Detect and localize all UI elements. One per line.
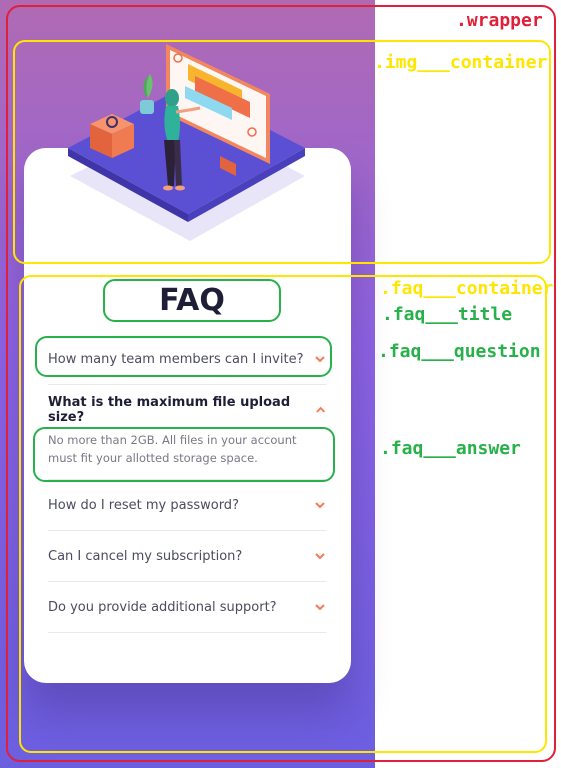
faq-item: Do you provide additional support? bbox=[48, 582, 326, 633]
chevron-down-icon bbox=[315, 604, 325, 611]
faq-question-toggle[interactable]: How do I reset my password? bbox=[48, 480, 326, 530]
faq-container-label: .faq___container bbox=[380, 278, 554, 299]
faq-question-toggle[interactable]: What is the maximum file upload size? bbox=[48, 385, 326, 435]
faq-answer-label: .faq___answer bbox=[380, 438, 521, 459]
faq-question-toggle[interactable]: Can I cancel my subscription? bbox=[48, 531, 326, 581]
chevron-down-icon bbox=[315, 356, 325, 363]
faq-question: What is the maximum file upload size? bbox=[48, 395, 291, 425]
faq-list: How many team members can I invite? What… bbox=[48, 334, 326, 633]
faq-question: How do I reset my password? bbox=[48, 497, 239, 513]
faq-question: Can I cancel my subscription? bbox=[48, 548, 243, 564]
faq-question: How many team members can I invite? bbox=[48, 351, 304, 367]
wrapper-label: .wrapper bbox=[456, 10, 543, 31]
faq-item: Can I cancel my subscription? bbox=[48, 531, 326, 582]
faq-answer: No more than 2GB. All files in your acco… bbox=[48, 433, 297, 465]
faq-question: Do you provide additional support? bbox=[48, 599, 277, 615]
faq-question-toggle[interactable]: How many team members can I invite? bbox=[48, 334, 326, 384]
img-container-label: .img___container bbox=[374, 52, 548, 73]
faq-question-toggle[interactable]: Do you provide additional support? bbox=[48, 582, 326, 632]
faq-title: FAQ bbox=[159, 282, 225, 318]
faq-item: How many team members can I invite? bbox=[48, 334, 326, 385]
faq-item: How do I reset my password? bbox=[48, 480, 326, 531]
faq-title-label: .faq___title bbox=[382, 304, 513, 325]
chevron-up-icon bbox=[315, 406, 325, 413]
chevron-down-icon bbox=[315, 553, 325, 560]
faq-question-label: .faq___question bbox=[378, 341, 541, 362]
woman-computer-illustration bbox=[68, 44, 305, 241]
faq-item: What is the maximum file upload size? No… bbox=[48, 385, 326, 480]
chevron-down-icon bbox=[315, 502, 325, 509]
